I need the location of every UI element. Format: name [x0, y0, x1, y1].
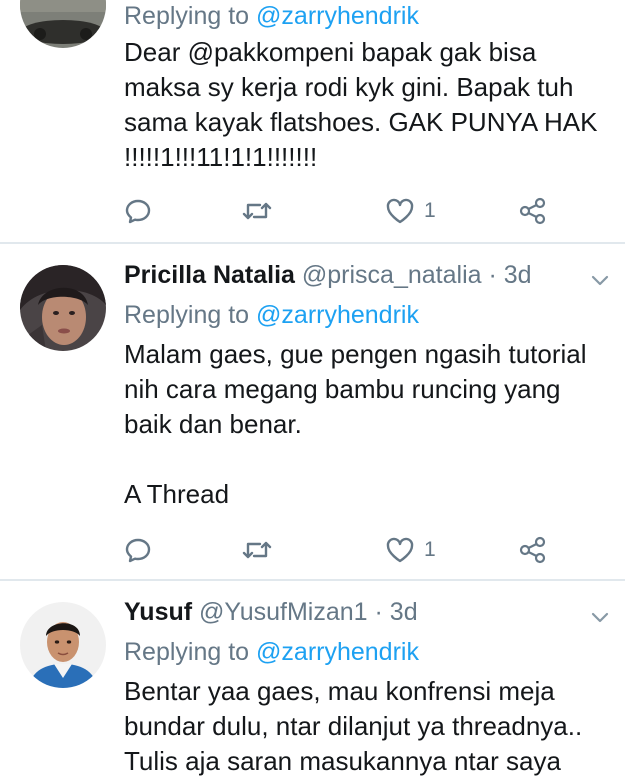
- like-button[interactable]: 1: [386, 194, 436, 228]
- tweet-header: Yusuf @YusufMizan1 · 3d: [124, 598, 418, 627]
- tweet-header: Pricilla Natalia @prisca_natalia · 3d: [124, 261, 532, 290]
- handle[interactable]: @prisca_natalia: [302, 261, 482, 289]
- reply-button[interactable]: [124, 194, 152, 228]
- avatar[interactable]: [20, 265, 106, 351]
- replying-to: Replying to @zarryhendrik: [124, 2, 419, 31]
- like-button[interactable]: 1: [386, 533, 436, 567]
- tweet-text: Malam gaes, gue pengen ngasih tutorial n…: [124, 339, 587, 509]
- reply-prefix: Replying to: [124, 2, 250, 30]
- retweet-button[interactable]: [242, 194, 272, 228]
- share-icon: [518, 536, 548, 564]
- replying-to: Replying to @zarryhendrik: [124, 638, 419, 667]
- retweet-button[interactable]: [242, 533, 272, 567]
- tweet[interactable]: Replying to @zarryhendrik Dear @pakkompe…: [0, 0, 625, 243]
- avatar[interactable]: [20, 602, 106, 688]
- retweet-icon: [242, 537, 272, 563]
- like-count: 1: [424, 538, 436, 561]
- reply-to-link[interactable]: @zarryhendrik: [256, 638, 419, 666]
- reply-prefix: Replying to: [124, 638, 250, 666]
- retweet-icon: [242, 198, 272, 224]
- share-button[interactable]: [518, 533, 548, 567]
- timestamp[interactable]: 3d: [504, 261, 532, 289]
- share-button[interactable]: [518, 194, 548, 228]
- tweet-text: Dear @pakkompeni bapak gak bisa maksa sy…: [124, 37, 598, 172]
- tweet[interactable]: Yusuf @YusufMizan1 · 3d Replying to @zar…: [0, 580, 625, 781]
- handle[interactable]: @YusufMizan1: [199, 598, 368, 626]
- replying-to: Replying to @zarryhendrik: [124, 301, 419, 330]
- chevron-down-icon[interactable]: [589, 269, 611, 291]
- separator-dot: ·: [488, 261, 497, 289]
- reply-to-link[interactable]: @zarryhendrik: [256, 2, 419, 30]
- tweet-actions: 1: [124, 194, 564, 228]
- separator-dot: ·: [374, 598, 383, 626]
- like-count: 1: [424, 199, 436, 222]
- share-icon: [518, 197, 548, 225]
- tweet[interactable]: Pricilla Natalia @prisca_natalia · 3d Re…: [0, 243, 625, 580]
- display-name[interactable]: Pricilla Natalia: [124, 261, 295, 289]
- chevron-down-icon[interactable]: [589, 606, 611, 628]
- heart-icon: [386, 537, 414, 563]
- reply-icon: [124, 197, 152, 225]
- reply-prefix: Replying to: [124, 301, 250, 329]
- tweet-text: Bentar yaa gaes, mau konfrensi meja bund…: [124, 676, 583, 776]
- reply-to-link[interactable]: @zarryhendrik: [256, 301, 419, 329]
- timestamp[interactable]: 3d: [390, 598, 418, 626]
- reply-icon: [124, 536, 152, 564]
- display-name[interactable]: Yusuf: [124, 598, 192, 626]
- heart-icon: [386, 198, 414, 224]
- reply-button[interactable]: [124, 533, 152, 567]
- tweet-actions: 1: [124, 533, 564, 567]
- avatar[interactable]: [20, 0, 106, 48]
